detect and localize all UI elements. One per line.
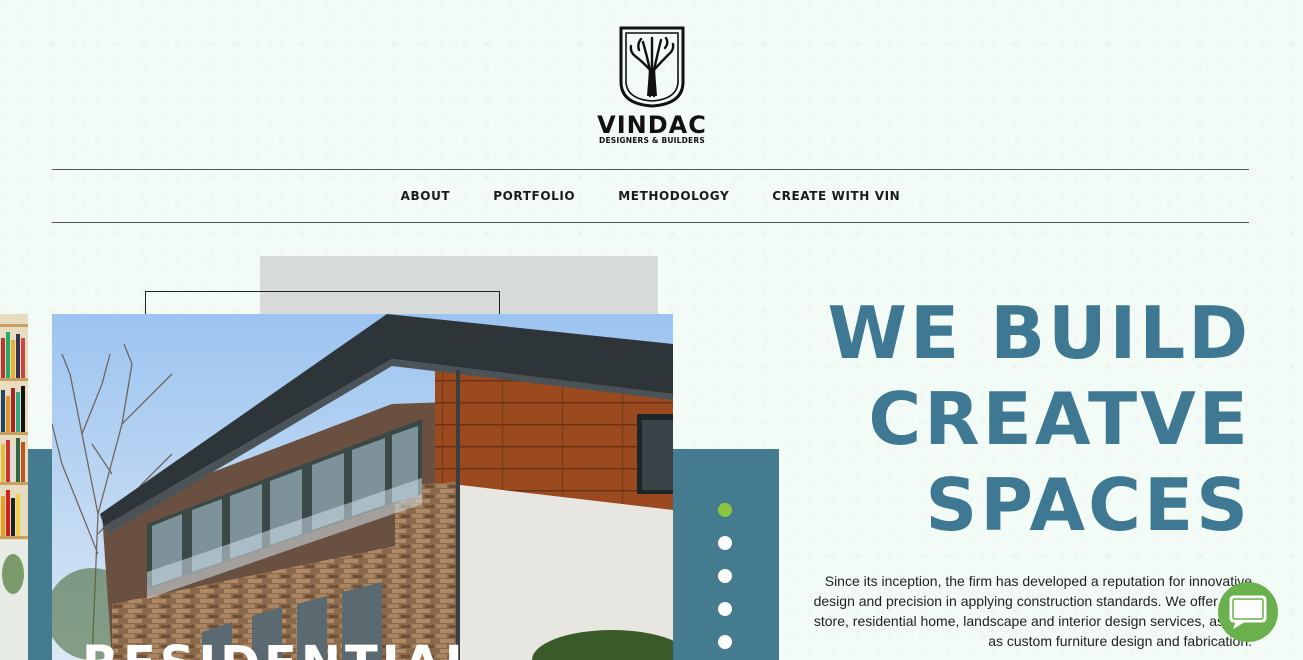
- hero-intro-text: Since its inception, the firm has develo…: [813, 573, 1252, 649]
- brand-tagline: DESIGNERS & BUILDERS: [599, 136, 705, 145]
- hero-slide-image: [52, 314, 673, 660]
- chat-button[interactable]: [1218, 582, 1278, 642]
- chat-bubble-icon: [1229, 595, 1267, 630]
- headline-line-1: WE BUILD: [827, 291, 1251, 375]
- nav-item-portfolio[interactable]: PORTFOLIO: [493, 189, 575, 203]
- nav-item-methodology[interactable]: METHODOLOGY: [618, 189, 729, 203]
- brand-name: VINDAC: [597, 111, 707, 139]
- hero-headline: WE BUILD CREATVE SPACES: [751, 290, 1251, 548]
- nav-item-create-with-vin[interactable]: CREATE WITH VIN: [772, 189, 900, 203]
- nav-item-about[interactable]: ABOUT: [401, 189, 451, 203]
- slider-dot-4[interactable]: [718, 602, 732, 616]
- slide-title: RESIDENTIAL: [82, 636, 479, 660]
- main-nav: ABOUT PORTFOLIO METHODOLOGY CREATE WITH …: [52, 170, 1249, 222]
- slider-dot-3[interactable]: [718, 569, 732, 583]
- nav-bottom-divider: [52, 222, 1249, 223]
- slider-dot-1[interactable]: [718, 503, 732, 517]
- brand-logo[interactable]: VINDAC DESIGNERS & BUILDERS: [590, 26, 714, 148]
- slider-dots: [718, 503, 734, 660]
- slider-dot-5[interactable]: [718, 635, 732, 649]
- slider-dot-2[interactable]: [718, 536, 732, 550]
- headline-line-3: SPACES: [925, 463, 1251, 547]
- tree-crest-icon: [619, 26, 685, 108]
- previous-slide-image: [0, 314, 28, 660]
- headline-line-2: CREATVE: [868, 377, 1251, 461]
